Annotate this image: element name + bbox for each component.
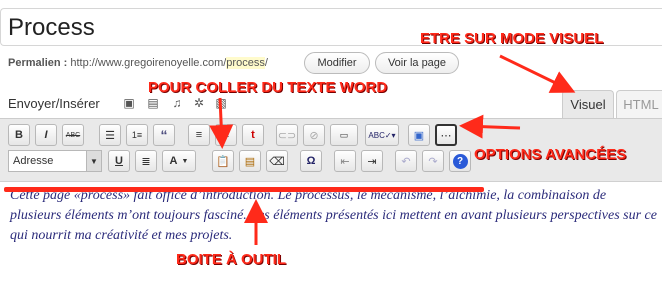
strikethrough-button[interactable]: ABC (62, 124, 84, 146)
add-file-icon[interactable]: ▧ (214, 96, 228, 110)
editor-content[interactable]: Cette page «process» fait office d’intro… (10, 186, 660, 246)
numbered-list-icon[interactable]: 1≡ (126, 124, 148, 146)
add-media-icon[interactable]: ✲ (192, 96, 206, 110)
add-image-icon[interactable]: ▣ (122, 96, 136, 110)
undo-icon[interactable]: ↶ (395, 150, 417, 172)
fullscreen-icon[interactable]: ▣ (408, 124, 430, 146)
permalink-slug[interactable]: process (226, 57, 265, 69)
edit-permalink-button[interactable]: Modifier (304, 52, 370, 74)
blockquote-icon[interactable]: “ (153, 124, 175, 146)
permalink-url-end: / (264, 57, 268, 69)
post-title: Process (8, 14, 95, 41)
permalink-line: Permalien : http://www.gregoirenoyelle.c… (8, 57, 268, 69)
spellcheck-icon[interactable]: ABC✓▾ (365, 124, 399, 146)
italic-button[interactable]: I (35, 124, 57, 146)
help-icon[interactable]: ? (449, 150, 471, 172)
bullet-list-icon[interactable]: ☰ (99, 124, 121, 146)
bold-button[interactable]: B (8, 124, 30, 146)
add-audio-icon[interactable]: ♫ (170, 96, 184, 110)
format-select-value: Adresse (13, 155, 54, 167)
align-left-icon[interactable]: ≡ (188, 124, 210, 146)
unlink-icon[interactable]: ⊘ (303, 124, 325, 146)
underline-button[interactable]: U (108, 150, 130, 172)
annotation-toolbox: BOITE À OUTIL (176, 251, 286, 268)
view-page-button[interactable]: Voir la page (375, 52, 459, 74)
arrow-visual-mode (499, 54, 576, 93)
permalink-label: Permalien : (8, 57, 68, 69)
permalink-url-base: http://www.gregoirenoyelle.com/ (70, 57, 227, 69)
annotation-paste-word: POUR COLLER DU TEXTE WORD (148, 79, 388, 96)
link-icon[interactable]: ⊂⊃ (276, 124, 298, 146)
special-character-icon[interactable]: Ω (300, 150, 322, 172)
paste-text-icon[interactable]: ▤ (239, 150, 261, 172)
align-center-icon[interactable]: ≡ (215, 124, 237, 146)
upload-insert-label: Envoyer/Insérer (8, 96, 100, 111)
align-right-icon[interactable]: t (242, 124, 264, 146)
justify-icon[interactable]: ≣ (135, 150, 157, 172)
indent-icon[interactable]: ⇥ (361, 150, 383, 172)
format-select[interactable]: Adresse ▼ (8, 150, 102, 172)
annotation-visual-mode: ETRE SUR MODE VISUEL (420, 30, 604, 47)
tab-visual[interactable]: Visuel (562, 90, 614, 118)
outdent-icon[interactable]: ⇤ (334, 150, 356, 172)
add-video-icon[interactable]: ▤ (146, 96, 160, 110)
paste-word-icon[interactable]: 📋 (212, 150, 234, 172)
tab-html[interactable]: HTML (616, 90, 662, 118)
text-color-button[interactable]: A ▼ (162, 150, 196, 172)
more-tag-icon[interactable]: ▭ (330, 124, 358, 146)
annotation-advanced-options: OPTIONS AVANCÉES (474, 146, 627, 163)
kitchen-sink-icon[interactable]: ⋯ (435, 124, 457, 146)
eraser-icon[interactable]: ⌫ (266, 150, 288, 172)
redo-icon[interactable]: ↷ (422, 150, 444, 172)
chevron-down-icon: ▼ (86, 151, 101, 171)
